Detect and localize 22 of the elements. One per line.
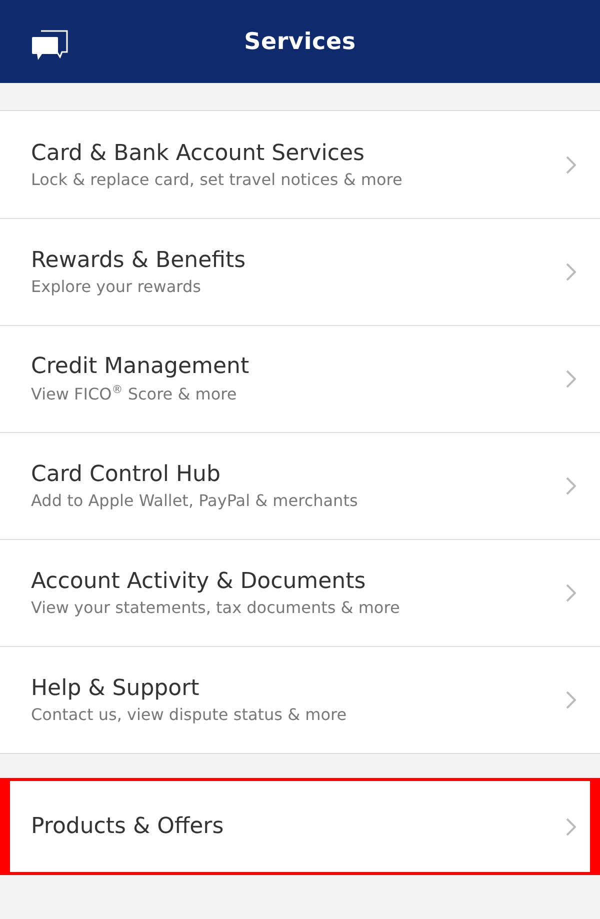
item-subtitle: Lock & replace card, set travel notices & more <box>31 170 402 188</box>
item-title: Help & Support <box>31 676 200 701</box>
screen-title: Services <box>244 28 356 54</box>
item-title: Credit Management <box>31 354 250 380</box>
item-title: Rewards & Benefits <box>31 248 246 273</box>
item-subtitle: View your statements, tax documents & more <box>31 598 400 617</box>
menu-item[interactable]: Products & Offers <box>0 778 600 875</box>
chevron-icon <box>566 263 576 281</box>
chevron-icon <box>566 477 576 495</box>
item-subtitle: Add to Apple Wallet, PayPal & merchants <box>31 491 358 510</box>
chevron-icon <box>566 818 576 836</box>
chevron-icon <box>566 691 576 709</box>
item-subtitle: Explore your rewards <box>31 277 202 296</box>
chevron-icon <box>566 156 576 174</box>
item-subtitle: View FICO$^{®}$ Score & more <box>31 383 238 404</box>
item-title: Card Control Hub <box>31 462 222 487</box>
chevron-icon <box>566 584 576 602</box>
item-title: Products & Offers <box>31 814 224 839</box>
item-title: Account Activity & Documents <box>31 569 367 594</box>
item-subtitle: Contact us, view dispute status & more <box>31 705 347 724</box>
item-title: Card & Bank Account Services <box>31 140 366 166</box>
chevron-icon <box>566 370 576 388</box>
